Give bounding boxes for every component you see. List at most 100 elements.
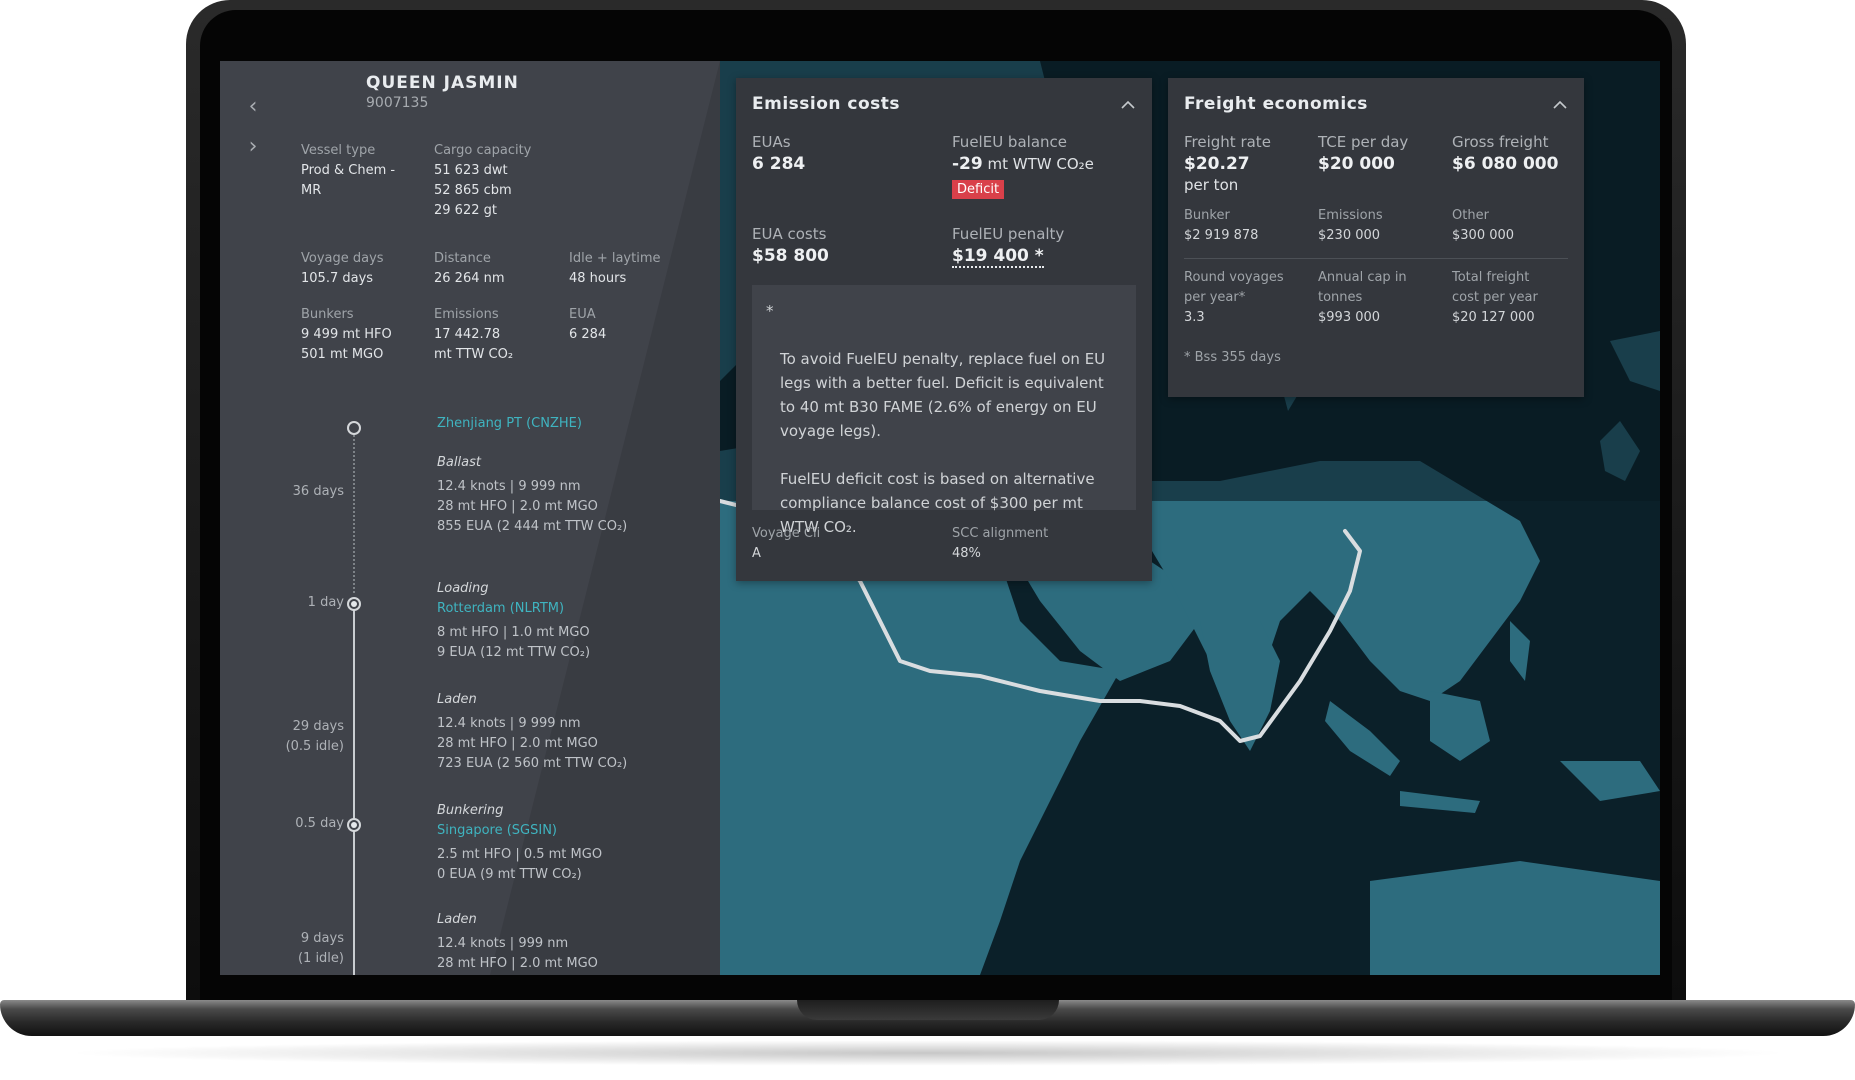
spec-label: EUA	[569, 307, 596, 322]
freight-economics-title: Freight economics	[1184, 94, 1368, 114]
fueleu-balance-label: FuelEU balance	[952, 133, 1067, 151]
leg-days: 29 days (0.5 idle)	[285, 719, 344, 754]
emissions-cost-stat: Emissions $230 000	[1318, 206, 1383, 246]
euas-value: 6 284	[752, 154, 806, 174]
spec-vessel-type: Vessel type Prod & Chem - MR	[301, 141, 395, 201]
spec-value: Prod & Chem - MR	[301, 163, 396, 198]
leg-type: Loading	[437, 581, 489, 596]
timeline-leg-loading: Loading Rotterdam (NLRTM) 8 mt HFO | 1.0…	[437, 579, 590, 663]
fueleu-penalty-value[interactable]: $19 400 *	[952, 246, 1044, 268]
freight-rate-stat: Freight rate $20.27 per ton	[1184, 132, 1271, 194]
footnote-text: * Bss 355 days	[1184, 350, 1281, 365]
spec-value: 26 264 nm	[434, 271, 505, 286]
timeline-node-start	[347, 421, 361, 435]
port-link-singapore[interactable]: Singapore (SGSIN)	[437, 821, 602, 841]
spec-label: Bunkers	[301, 307, 354, 322]
prev-vessel-button[interactable]: ‹	[238, 91, 268, 121]
vessel-imo: 9007135	[366, 95, 429, 111]
freight-economics-card: Freight economics Freight rate $20.27 pe…	[1168, 78, 1584, 397]
voyage-cii-label: Voyage Cii	[752, 526, 821, 541]
emissions-cost-value: $230 000	[1318, 228, 1381, 243]
total-freight-cost-label: Total freight cost per year	[1452, 270, 1538, 305]
tce-per-day-stat: TCE per day $20 000	[1318, 132, 1408, 176]
spec-value: 9 499 mt HFO 501 mt MGO	[301, 327, 392, 362]
spec-label: Emissions	[434, 307, 499, 322]
laptop-shadow	[60, 1040, 1795, 1066]
port-link-zhenjiang[interactable]: Zhenjiang PT (CNZHE)	[437, 414, 582, 434]
timeline-laden-line	[353, 607, 355, 975]
annual-cap-value: $993 000	[1318, 310, 1381, 325]
leg-detail: 12.4 knots | 9 999 nm 28 mt HFO | 2.0 mt…	[437, 479, 628, 534]
leg-detail: 12.4 knots | 999 nm 28 mt HFO | 2.0 mt M…	[437, 936, 598, 971]
fueleu-balance-stat: FuelEU balance -29 mt WTW CO₂e Deficit	[952, 132, 1094, 199]
leg-type: Laden	[437, 692, 477, 707]
tce-per-day-value: $20 000	[1318, 154, 1395, 174]
eua-costs-label: EUA costs	[752, 225, 827, 243]
note-text: To avoid FuelEU penalty, replace fuel on…	[780, 350, 1106, 536]
scc-alignment-label: SCC alignment	[952, 526, 1049, 541]
bunker-value: $2 919 878	[1184, 228, 1259, 243]
spec-bunkers: Bunkers 9 499 mt HFO 501 mt MGO	[301, 305, 392, 365]
leg-detail: 12.4 knots | 9 999 nm 28 mt HFO | 2.0 mt…	[437, 716, 628, 771]
spec-value: 51 623 dwt 52 865 cbm 29 622 gt	[434, 163, 512, 218]
fueleu-balance-unit: mt WTW CO₂e	[982, 155, 1094, 173]
leg-detail: 8 mt HFO | 1.0 mt MGO 9 EUA (12 mt TTW C…	[437, 625, 591, 660]
fueleu-penalty-note: * To avoid FuelEU penalty, replace fuel …	[752, 285, 1136, 536]
freight-footnote: * Bss 355 days	[1184, 348, 1281, 368]
fueleu-penalty-stat: FuelEU penalty $19 400 *	[952, 224, 1064, 268]
timeline-leg-bunkering: Bunkering Singapore (SGSIN) 2.5 mt HFO |…	[437, 801, 602, 885]
annual-cap-stat: Annual cap in tonnes $993 000	[1318, 268, 1407, 328]
timeline-leg-ballast: Ballast 12.4 knots | 9 999 nm 28 mt HFO …	[437, 453, 627, 537]
chevron-right-icon: ›	[248, 133, 258, 159]
annual-cap-label: Annual cap in tonnes	[1318, 270, 1407, 305]
spec-distance: Distance 26 264 nm	[434, 249, 505, 289]
collapse-emission-costs-button[interactable]	[1116, 92, 1140, 116]
leg-type: Ballast	[437, 455, 481, 470]
vessel-name: QUEEN JASMIN	[366, 73, 519, 93]
timeline-node-loading	[347, 597, 361, 611]
emission-costs-title: Emission costs	[752, 94, 901, 114]
eua-costs-value: $58 800	[752, 246, 829, 266]
gross-freight-stat: Gross freight $6 080 000	[1452, 132, 1558, 176]
leg-days: 36 days	[292, 484, 344, 499]
emissions-cost-label: Emissions	[1318, 208, 1383, 223]
chevron-up-icon	[1553, 100, 1567, 109]
chevron-left-icon: ‹	[248, 93, 258, 119]
timeline-start: Zhenjiang PT (CNZHE)	[437, 414, 582, 434]
leg-type: Bunkering	[437, 803, 504, 818]
spec-value: 17 442.78 mt TTW CO₂	[434, 327, 514, 362]
timeline-node-bunkering	[347, 818, 361, 832]
timeline-ballast-line	[353, 435, 355, 593]
chevron-up-icon	[1121, 100, 1135, 109]
collapse-freight-economics-button[interactable]	[1548, 92, 1572, 116]
scc-alignment-stat: SCC alignment 48%	[952, 524, 1048, 564]
euas-stat: EUAs 6 284	[752, 132, 805, 176]
other-cost-stat: Other $300 000	[1452, 206, 1514, 246]
total-freight-cost-value: $20 127 000	[1452, 310, 1535, 325]
scc-alignment-value: 48%	[952, 546, 981, 561]
tce-per-day-label: TCE per day	[1318, 133, 1409, 151]
euas-label: EUAs	[752, 133, 791, 151]
port-link-rotterdam[interactable]: Rotterdam (NLRTM)	[437, 599, 590, 619]
voyage-cii-stat: Voyage Cii A	[752, 524, 820, 564]
eua-costs-stat: EUA costs $58 800	[752, 224, 829, 268]
other-cost-value: $300 000	[1452, 228, 1515, 243]
spec-label: Cargo capacity	[434, 143, 532, 158]
timeline-leg-laden: Laden 12.4 knots | 9 999 nm 28 mt HFO | …	[437, 690, 627, 774]
app-screen: ‹ › QUEEN JASMIN 9007135 Vessel type Pro…	[220, 61, 1660, 975]
next-vessel-button[interactable]: ›	[238, 131, 268, 161]
spec-value: 48 hours	[569, 271, 627, 286]
leg-days: 0.5 day	[295, 816, 344, 831]
laptop-notch	[797, 1000, 1059, 1020]
note-asterisk: *	[766, 302, 774, 320]
spec-cargo-capacity: Cargo capacity 51 623 dwt 52 865 cbm 29 …	[434, 141, 531, 221]
spec-label: Distance	[434, 251, 491, 266]
spec-voyage-days: Voyage days 105.7 days	[301, 249, 384, 289]
bunker-stat: Bunker $2 919 878	[1184, 206, 1258, 246]
round-voyages-value: 3.3	[1184, 310, 1205, 325]
other-cost-label: Other	[1452, 208, 1489, 223]
leg-days: 1 day	[307, 595, 344, 610]
vessel-panel: ‹ › QUEEN JASMIN 9007135 Vessel type Pro…	[220, 61, 720, 975]
spec-emissions: Emissions 17 442.78 mt TTW CO₂	[434, 305, 513, 365]
voyage-cii-value: A	[752, 546, 761, 561]
